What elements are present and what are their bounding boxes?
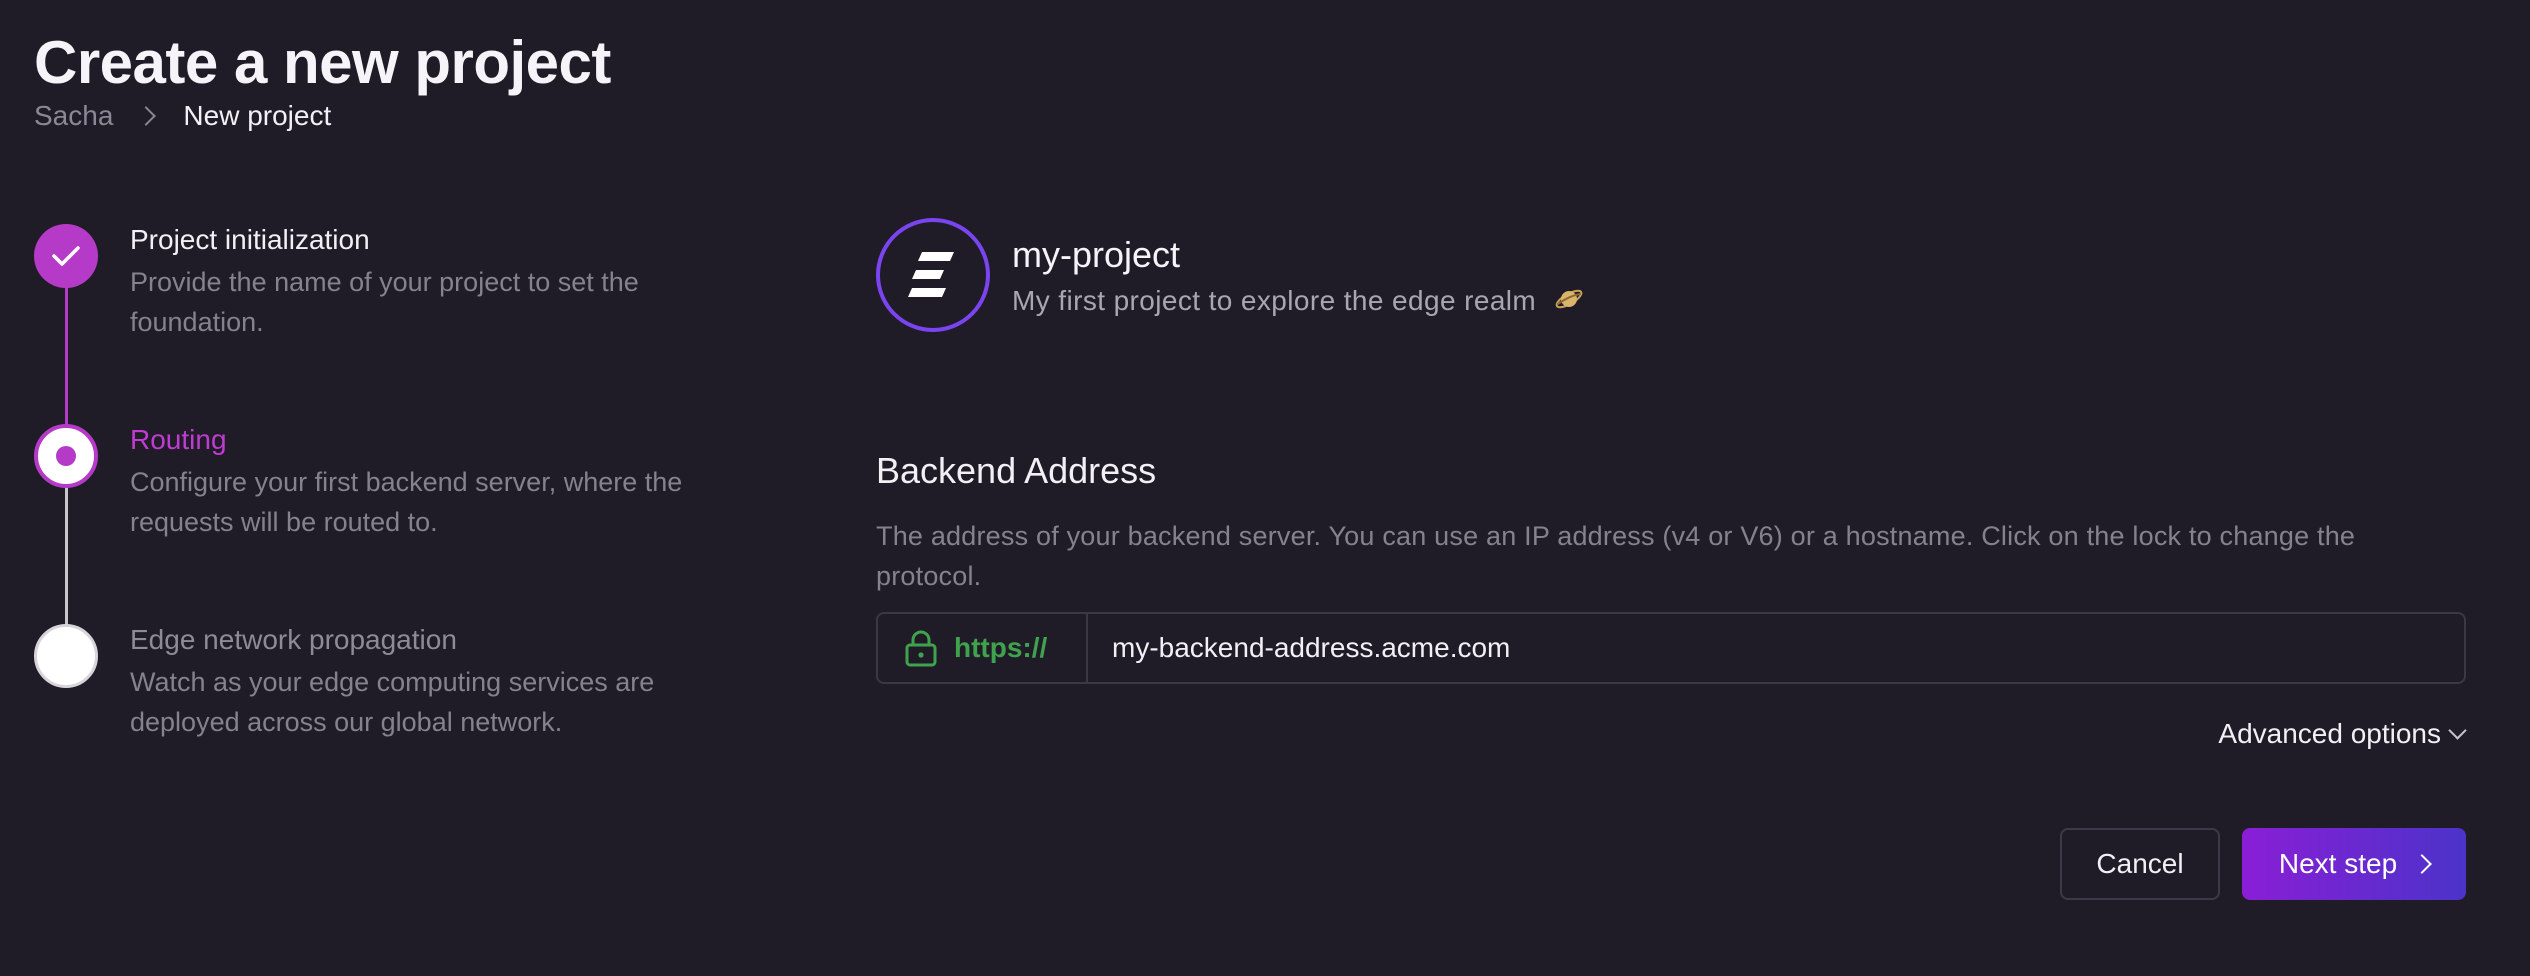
project-avatar (876, 218, 990, 332)
chevron-right-icon (136, 106, 157, 126)
cancel-button[interactable]: Cancel (2060, 828, 2220, 900)
step-edge-network-propagation: Edge network propagation Watch as your e… (34, 622, 774, 762)
project-description-text: My first project to explore the edge rea… (1012, 285, 1537, 316)
edge-logo-icon (908, 252, 954, 297)
breadcrumb-item-current: New project (183, 100, 332, 131)
step-description: Configure your first backend server, whe… (130, 467, 683, 537)
backend-address-description: The address of your backend server. You … (876, 521, 2356, 591)
protocol-label: https:// (954, 632, 1048, 663)
step-pending-indicator (34, 624, 98, 688)
project-name: my-project (1012, 234, 1181, 275)
step-project-initialization: Project initialization Provide the name … (34, 222, 774, 362)
step-description: Watch as your edge computing services ar… (130, 667, 655, 737)
advanced-options-label: Advanced options (2218, 718, 2441, 749)
planet-icon (1555, 289, 1583, 309)
chevron-down-icon (2448, 720, 2467, 740)
step-completed-indicator (34, 224, 98, 288)
step-title: Project initialization (130, 224, 370, 255)
next-step-button-label: Next step (2278, 848, 2398, 879)
backend-address-title: Backend Address (876, 450, 1157, 491)
step-title: Edge network propagation (130, 624, 457, 655)
current-dot-icon (56, 446, 76, 466)
check-icon (52, 246, 80, 266)
advanced-options-toggle[interactable]: Advanced options (2218, 718, 2467, 750)
next-step-button[interactable]: Next step (2242, 828, 2466, 900)
lock-icon (905, 630, 937, 667)
cancel-button-label: Cancel (2096, 848, 2184, 879)
chevron-right-icon (2412, 854, 2433, 874)
step-routing: Routing Configure your first backend ser… (34, 422, 774, 562)
protocol-toggle-button[interactable]: https:// (878, 614, 1088, 682)
step-title: Routing (130, 424, 227, 455)
breadcrumb-item-sacha[interactable]: Sacha (34, 100, 113, 132)
step-description: Provide the name of your project to set … (130, 267, 639, 337)
backend-address-field: https:// (876, 612, 2466, 684)
project-description: My first project to explore the edge rea… (1012, 284, 1584, 317)
breadcrumb: Sacha New project (34, 100, 331, 132)
step-current-indicator (34, 424, 98, 488)
backend-address-input[interactable] (1088, 614, 2464, 682)
page-title: Create a new project (34, 29, 611, 96)
